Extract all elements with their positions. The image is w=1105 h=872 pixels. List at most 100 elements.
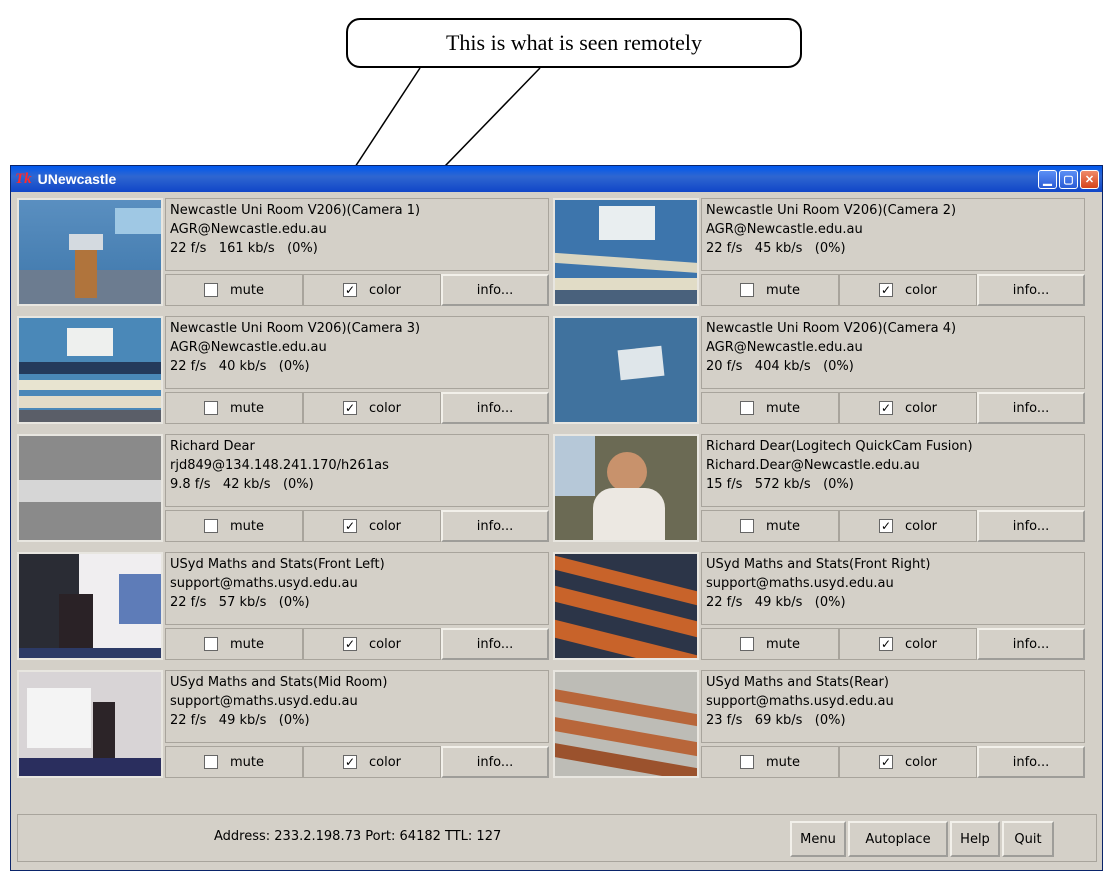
window-title: UNewcastle [37,171,117,187]
mute-label: mute [230,518,264,534]
mute-checkbox[interactable]: mute [701,628,839,660]
stream-info: USyd Maths and Stats(Front Left) support@… [165,552,549,625]
color-checkbox[interactable]: ✓ color [839,392,977,424]
color-checkbox[interactable]: ✓ color [839,510,977,542]
mute-check-box[interactable] [204,755,218,769]
mute-checkbox[interactable]: mute [165,392,303,424]
color-check-box[interactable]: ✓ [878,755,893,769]
tk-logo-icon: Tk [15,170,32,187]
menu-button[interactable]: Menu [790,821,846,857]
info-button[interactable]: info... [977,274,1085,306]
video-thumbnail[interactable] [17,552,163,660]
info-button[interactable]: info... [977,746,1085,778]
mute-label: mute [230,636,264,652]
mute-checkbox[interactable]: mute [701,510,839,542]
color-check-box[interactable]: ✓ [342,637,357,651]
stream-name: Newcastle Uni Room V206)(Camera 2) [706,203,957,218]
info-button[interactable]: info... [977,392,1085,424]
stream-stats: 15 f/s 572 kb/s (0%) [706,477,854,492]
mute-check-box[interactable] [204,283,218,297]
stream-address: support@maths.usyd.edu.au [706,694,894,709]
color-checkbox[interactable]: ✓ color [303,510,441,542]
stream-stats: 22 f/s 57 kb/s (0%) [170,595,310,610]
mute-checkbox[interactable]: mute [701,746,839,778]
info-button[interactable]: info... [441,628,549,660]
video-thumbnail[interactable] [553,552,699,660]
color-check-box[interactable]: ✓ [342,401,357,415]
color-checkbox[interactable]: ✓ color [303,746,441,778]
stream-stats: 22 f/s 49 kb/s (0%) [706,595,846,610]
mute-check-box[interactable] [740,283,754,297]
stream-stats: 20 f/s 404 kb/s (0%) [706,359,854,374]
color-label: color [904,636,937,652]
stream-stats: 22 f/s 40 kb/s (0%) [170,359,310,374]
mute-label: mute [230,400,264,416]
color-label: color [368,282,401,298]
mute-check-box[interactable] [740,519,754,533]
info-button[interactable]: info... [441,392,549,424]
mute-checkbox[interactable]: mute [701,274,839,306]
mute-check-box[interactable] [204,637,218,651]
info-button[interactable]: info... [977,510,1085,542]
info-button[interactable]: info... [441,510,549,542]
mute-checkbox[interactable]: mute [165,274,303,306]
info-button[interactable]: info... [977,628,1085,660]
autoplace-button[interactable]: Autoplace [848,821,948,857]
minimize-button[interactable]: ▁ [1038,169,1057,189]
mute-check-box[interactable] [204,519,218,533]
maximize-button[interactable]: ▢ [1059,169,1078,189]
close-button[interactable]: ✕ [1080,169,1099,189]
color-check-box[interactable]: ✓ [878,283,893,297]
color-label: color [368,518,401,534]
color-check-box[interactable]: ✓ [342,519,357,533]
video-thumbnail[interactable] [17,316,163,424]
video-thumbnail[interactable] [17,434,163,542]
stream-info: Newcastle Uni Room V206)(Camera 1) AGR@Ne… [165,198,549,271]
info-button[interactable]: info... [441,274,549,306]
video-thumbnail[interactable] [553,316,699,424]
mute-checkbox[interactable]: mute [165,628,303,660]
color-check-box[interactable]: ✓ [342,755,357,769]
video-thumbnail[interactable] [17,198,163,306]
mute-checkbox[interactable]: mute [701,392,839,424]
info-button[interactable]: info... [441,746,549,778]
color-checkbox[interactable]: ✓ color [303,392,441,424]
mute-label: mute [766,518,800,534]
color-checkbox[interactable]: ✓ color [839,628,977,660]
stream-info: Newcastle Uni Room V206)(Camera 2) AGR@Ne… [701,198,1085,271]
video-thumbnail[interactable] [553,434,699,542]
mute-checkbox[interactable]: mute [165,510,303,542]
mute-check-box[interactable] [740,637,754,651]
stream-address: support@maths.usyd.edu.au [170,576,358,591]
color-check-box[interactable]: ✓ [878,637,893,651]
video-thumbnail[interactable] [553,198,699,306]
color-checkbox[interactable]: ✓ color [303,628,441,660]
video-thumbnail[interactable] [553,670,699,778]
quit-button[interactable]: Quit [1002,821,1054,857]
stream-panel: USyd Maths and Stats(Mid Room) support@ma… [17,670,549,788]
color-checkbox[interactable]: ✓ color [839,274,977,306]
mute-check-box[interactable] [740,755,754,769]
title-bar[interactable]: Tk UNewcastle ▁ ▢ ✕ [11,166,1102,192]
mute-label: mute [766,754,800,770]
stream-stats: 23 f/s 69 kb/s (0%) [706,713,846,728]
stream-panel: Newcastle Uni Room V206)(Camera 3) AGR@Ne… [17,316,549,434]
stream-address: AGR@Newcastle.edu.au [170,340,327,355]
stream-panel: Newcastle Uni Room V206)(Camera 1) AGR@Ne… [17,198,549,316]
mute-check-box[interactable] [204,401,218,415]
stream-panel: Newcastle Uni Room V206)(Camera 4) AGR@Ne… [553,316,1085,434]
stream-name: USyd Maths and Stats(Mid Room) [170,675,388,690]
color-check-box[interactable]: ✓ [878,401,893,415]
video-thumbnail[interactable] [17,670,163,778]
stream-stats: 22 f/s 45 kb/s (0%) [706,241,846,256]
color-checkbox[interactable]: ✓ color [839,746,977,778]
mute-check-box[interactable] [740,401,754,415]
color-check-box[interactable]: ✓ [342,283,357,297]
mute-checkbox[interactable]: mute [165,746,303,778]
color-check-box[interactable]: ✓ [878,519,893,533]
help-button[interactable]: Help [950,821,1000,857]
color-checkbox[interactable]: ✓ color [303,274,441,306]
stream-panel: Richard Dear rjd849@134.148.241.170/h261a… [17,434,549,552]
color-label: color [904,400,937,416]
color-label: color [368,754,401,770]
